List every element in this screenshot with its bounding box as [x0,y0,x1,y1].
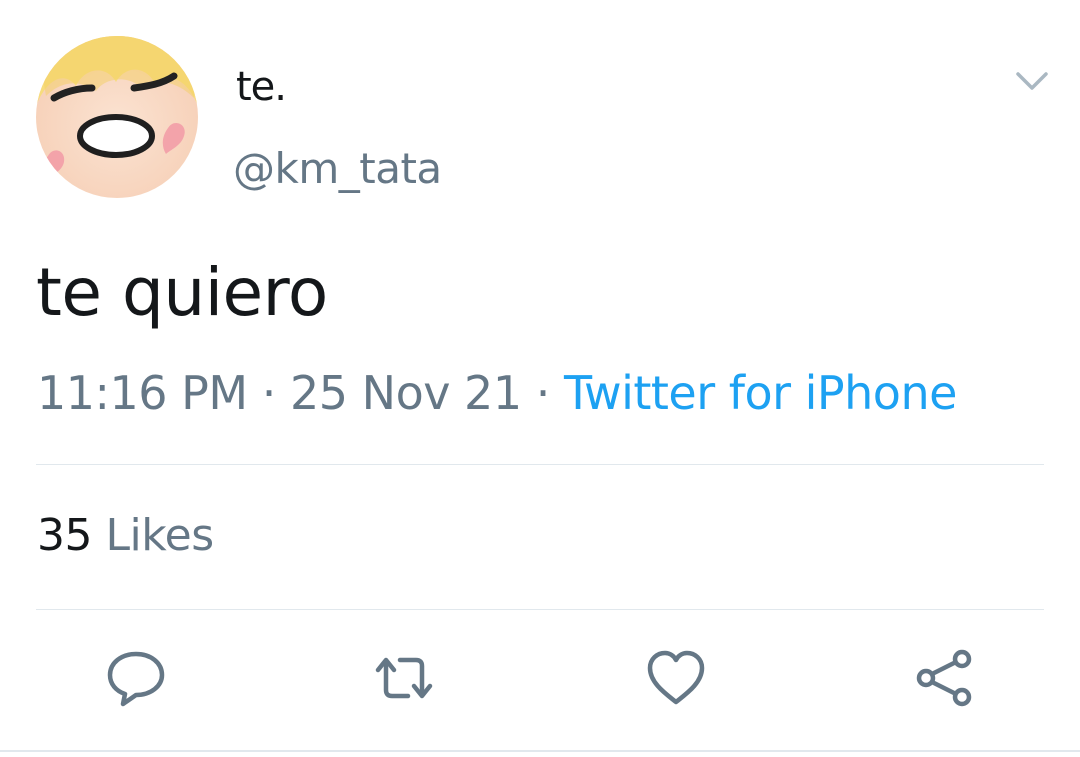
retweet-button[interactable] [372,646,436,710]
likes-stat[interactable]: 35 Likes [37,510,214,561]
user-handle[interactable]: @km_tata [233,144,442,193]
tweet-time[interactable]: 11:16 PM [37,366,248,420]
tweet-menu-button[interactable] [1014,68,1050,96]
bottom-divider [0,750,1080,752]
share-icon [916,649,972,707]
divider [36,464,1044,465]
meta-separator: · [261,366,277,420]
like-button[interactable] [644,646,708,710]
avatar[interactable] [36,36,198,198]
likes-label: Likes [105,510,215,561]
display-name[interactable]: te. [236,64,287,110]
meta-separator: · [535,366,551,420]
tweet-meta: 11:16 PM · 25 Nov 21 · Twitter for iPhon… [37,366,957,420]
retweet-icon [375,657,433,699]
heart-icon [647,650,705,705]
reply-icon [107,651,165,707]
reply-button[interactable] [104,646,168,710]
tweet-source-link[interactable]: Twitter for iPhone [564,366,957,420]
tweet-text: te quiero [36,254,328,331]
likes-count: 35 [37,510,93,561]
tweet-date[interactable]: 25 Nov 21 [290,366,522,420]
avatar-image [36,36,198,198]
share-button[interactable] [912,646,976,710]
divider [36,609,1044,610]
chevron-down-icon [1016,72,1048,90]
